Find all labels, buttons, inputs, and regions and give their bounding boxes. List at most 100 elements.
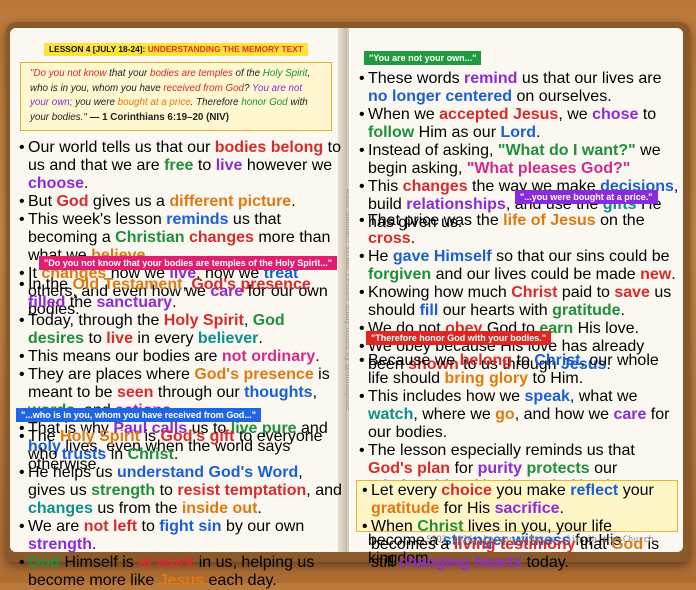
bullet-segment: to <box>638 106 657 123</box>
bullet-segment: Knowing how much <box>368 284 512 301</box>
bullet-segment: Instead of asking, <box>368 142 498 159</box>
bullet-segment: . <box>620 302 625 319</box>
header-received: "...who is in you, whom you have receive… <box>16 408 262 422</box>
bullet-segment: . <box>536 124 541 141</box>
memory-segment: honor God <box>241 97 288 109</box>
bullet-segment: Christ <box>127 446 174 463</box>
memory-segment: bought at a price <box>117 97 191 109</box>
bullet-segment: follow <box>368 124 415 141</box>
bullet-segment: our <box>589 460 618 477</box>
price-list: That price was the life of Jesus on the … <box>358 212 680 374</box>
header-honor-god: "Therefore honor God with your bodies." <box>366 331 552 345</box>
bullet-segment: strength <box>91 482 156 499</box>
bullet-segment: to <box>137 518 160 535</box>
bullet-segment: God's gift <box>160 428 235 445</box>
bullet-item: He gave Himself so that our sins could b… <box>358 248 680 284</box>
memory-text-box: "Do you not know that your bodies are te… <box>20 62 332 132</box>
bullet-segment: He helps us <box>28 464 117 481</box>
bullet-segment: , and <box>306 482 342 499</box>
bullet-segment: God <box>28 554 60 571</box>
bullet-segment: Holy Spirit <box>60 428 141 445</box>
bullet-segment: cross <box>368 230 411 247</box>
bullet-segment: When we <box>368 106 440 123</box>
bullet-item: Today, through the Holy Spirit, God desi… <box>18 312 342 348</box>
bullet-segment: gratitude <box>371 500 440 517</box>
memory-segment: that your <box>106 68 151 79</box>
bullet-segment: Him as our <box>414 124 501 141</box>
bullet-segment: gratitude <box>552 302 621 319</box>
bullet-segment: different picture <box>169 193 292 210</box>
bullet-segment: not left <box>83 518 138 535</box>
bullet-segment: , <box>312 384 318 401</box>
bullet-segment: save <box>614 284 650 301</box>
bullet-segment: today. <box>522 554 569 571</box>
bullet-segment: for <box>450 460 478 477</box>
bullet-segment: to <box>84 330 107 347</box>
memory-segment: you were <box>72 97 118 109</box>
bullet-segment: Our world tells us that our <box>28 139 215 156</box>
bullet-segment: , <box>243 312 253 329</box>
bullet-segment: no longer centered <box>368 88 513 105</box>
bullet-segment: changing hearts <box>398 554 523 571</box>
bullet-segment: us from the <box>92 500 182 517</box>
bullet-segment: In the <box>28 276 73 293</box>
bullet-item: This means our bodies are not ordinary. <box>18 348 342 366</box>
bullet-segment: choose <box>28 175 85 192</box>
bullet-segment: . <box>671 266 676 283</box>
bullet-segment: His love. <box>573 320 639 337</box>
bullet-segment: strength <box>28 536 92 553</box>
bullet-item: When Christ lives in you, your life beco… <box>361 518 673 572</box>
header-not-your-own: "You are not your own..." <box>364 51 482 65</box>
memory-reference: — 1 Corinthians 6:19–20 (NIV) <box>86 111 229 123</box>
bullet-segment: new <box>640 266 672 283</box>
bullet-segment: Lord <box>500 124 537 141</box>
bullet-segment: not ordinary <box>221 348 316 365</box>
bullet-segment: sacrifice <box>494 500 560 517</box>
bullet-segment: "What pleases God?" <box>466 160 631 177</box>
bullet-segment: This <box>368 178 403 195</box>
bullet-segment: resist temptation <box>177 482 307 499</box>
bullet-segment: This means our bodies are <box>28 348 222 365</box>
bullet-segment: Himself is <box>60 554 139 571</box>
bullet-segment: Christ <box>534 352 581 369</box>
bullet-segment: gave Himself <box>392 248 492 265</box>
bullet-segment: chose <box>592 106 639 123</box>
bullet-segment: Christ <box>511 284 558 301</box>
bullet-segment: is <box>140 428 161 445</box>
bullet-segment: changes <box>402 178 468 195</box>
header-temple: "Do you not know that your bodies are te… <box>39 256 338 270</box>
bullet-segment: understand God's Word <box>116 464 299 481</box>
bullet-segment: choice <box>441 482 492 499</box>
lesson-title: LESSON 4 [JULY 18-24]: UNDERSTANDING THE… <box>44 43 308 56</box>
bullet-segment: reflect <box>570 482 619 499</box>
bullet-segment: . <box>315 348 320 365</box>
bullet-segment: "What do I want?" <box>497 142 636 159</box>
bullet-segment: Because we <box>368 352 460 369</box>
own-section: These words remind us that our lives are… <box>358 70 680 232</box>
bullet-segment: When <box>371 518 418 535</box>
bullet-segment: changes <box>188 229 254 246</box>
memory-segment: of the <box>232 68 263 79</box>
bullet-segment: on ourselves. <box>512 88 612 105</box>
bullet-segment: . <box>559 500 564 517</box>
bullet-segment: , <box>182 276 192 293</box>
bullet-item: Instead of asking, "What do I want?" we … <box>358 142 680 178</box>
memory-segment: received from God <box>163 82 245 94</box>
bullet-segment: , what we <box>569 388 638 405</box>
bullet-segment: God <box>56 193 89 210</box>
received-list: The Holy Spirit is God's gift to everyon… <box>18 428 342 590</box>
bullet-segment: . <box>258 330 263 347</box>
bullet-segment: for His <box>439 500 495 517</box>
bullet-segment: each day. <box>204 572 277 589</box>
bullet-item: The Holy Spirit is God's gift to everyon… <box>18 428 342 464</box>
bullet-segment: This week's lesson <box>28 211 167 228</box>
bullet-segment: and our lives could be made <box>431 266 641 283</box>
bullet-segment: . <box>257 500 262 517</box>
lesson-number: LESSON 4 [JULY 18-24]: <box>49 44 146 54</box>
own-list: These words remind us that our lives are… <box>358 70 680 232</box>
bullet-segment: believer <box>197 330 259 347</box>
bullet-segment: in <box>106 446 128 463</box>
bullet-segment: The lesson especially reminds us that <box>368 442 635 459</box>
bullet-segment: our hearts with <box>438 302 553 319</box>
bullet-item: When we accepted Jesus, we chose to foll… <box>358 106 680 142</box>
